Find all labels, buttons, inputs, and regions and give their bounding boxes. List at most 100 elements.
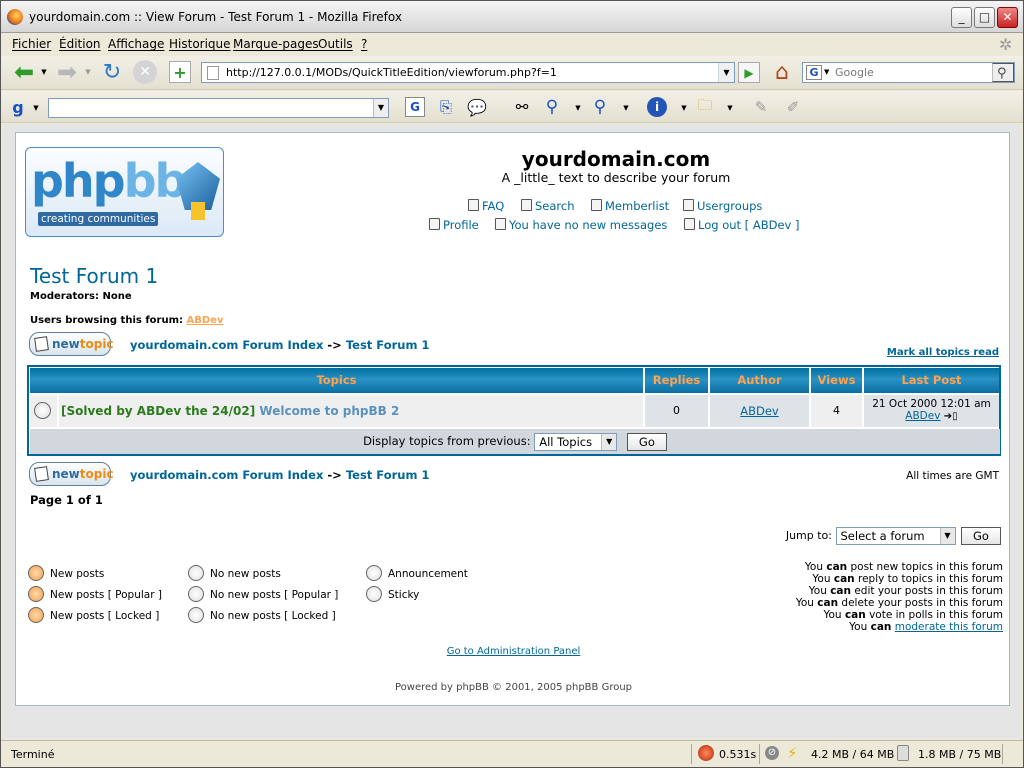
pencil-icon[interactable]: ✐ xyxy=(783,97,803,117)
maximize-button[interactable]: □ xyxy=(974,7,995,28)
forward-icon[interactable]: ➡ xyxy=(53,58,81,86)
nav-logout[interactable]: Log out [ ABDev ] xyxy=(684,218,799,232)
close-button[interactable]: ✕ xyxy=(997,7,1018,28)
forward-dropdown-icon[interactable]: ▼ xyxy=(83,65,93,79)
load-time: 0.531s xyxy=(719,748,757,761)
new-topic-button[interactable]: newtopic xyxy=(29,332,114,356)
forum-title[interactable]: Test Forum 1 xyxy=(30,264,158,288)
status-divider xyxy=(1002,744,1003,764)
back-dropdown-icon[interactable]: ▼ xyxy=(39,65,49,79)
view-latest-post-icon[interactable]: ➔▯ xyxy=(944,411,958,422)
pen-icon[interactable]: ✎ xyxy=(751,97,771,117)
find-dropdown-icon[interactable]: ▼ xyxy=(573,101,583,115)
google-search-icon[interactable]: G xyxy=(405,97,425,117)
binoculars-icon[interactable]: ⚯ xyxy=(511,97,533,117)
crumb-index-link[interactable]: yourdomain.com Forum Index xyxy=(130,338,323,352)
url-text[interactable]: http://127.0.0.1/MODs/QuickTitleEdition/… xyxy=(226,66,557,79)
last-post-user-link[interactable]: ABDev xyxy=(905,410,940,422)
jump-go-button[interactable]: Go xyxy=(961,527,1001,545)
legend-new-posts: New posts xyxy=(28,565,104,581)
moderate-forum-link[interactable]: moderate this forum xyxy=(895,621,1003,633)
admin-panel-link[interactable]: Go to Administration Panel xyxy=(16,646,1011,657)
topic-author-link[interactable]: ABDev xyxy=(710,395,810,427)
go-arrow-icon[interactable]: ▶ xyxy=(738,62,760,83)
display-go-button[interactable]: Go xyxy=(626,432,667,451)
forum-page: phpbb creating communities yourdomain.co… xyxy=(15,132,1010,706)
home-icon[interactable]: ⌂ xyxy=(769,59,795,85)
menu-fichier[interactable]: Fichier xyxy=(12,37,51,51)
jump-forum-select[interactable]: Select a forum ▼ xyxy=(835,527,956,545)
minimize-button[interactable]: _ xyxy=(951,7,972,28)
magnifier-icon: ⚲ xyxy=(997,66,1007,81)
new-tab-icon[interactable]: + xyxy=(169,61,191,83)
faq-icon xyxy=(468,199,479,211)
reload-icon[interactable]: ↻ xyxy=(99,59,125,85)
mark-topics-read-link[interactable]: Mark all topics read xyxy=(887,347,999,358)
display-topics-label: Display topics from previous: xyxy=(363,434,531,448)
display-select-dropdown-icon[interactable]: ▼ xyxy=(601,433,617,450)
nav-memberlist[interactable]: Memberlist xyxy=(591,199,669,213)
folder-icon[interactable]: 🗀 xyxy=(693,96,717,117)
combo-dropdown-icon[interactable]: ▼ xyxy=(373,99,388,117)
nav-messages[interactable]: You have no new messages xyxy=(495,218,667,232)
menu-edition[interactable]: Édition xyxy=(59,37,101,51)
crumb-forum-link[interactable]: Test Forum 1 xyxy=(346,338,430,352)
new-posts-popular-icon xyxy=(28,586,44,602)
usergroups-icon xyxy=(683,199,694,211)
highlight-icon[interactable]: ⚲ xyxy=(589,97,611,117)
find-icon[interactable]: ⚲ xyxy=(541,97,563,117)
topic-title-link[interactable]: Welcome to phpBB 2 xyxy=(259,404,399,418)
menu-historique[interactable]: Historique xyxy=(169,37,231,51)
search-box[interactable]: G ▼ Google ⚲ xyxy=(802,62,1015,83)
phpbb-logo[interactable]: phpbb creating communities xyxy=(25,147,224,237)
display-topics-select[interactable]: All Topics ▼ xyxy=(534,432,618,451)
new-topic-button-bottom[interactable]: newtopic xyxy=(29,462,114,486)
firebug-icon[interactable] xyxy=(698,745,714,761)
menu-marque-pages[interactable]: Marque-pages xyxy=(233,37,319,51)
google-menu-dropdown-icon[interactable]: ▼ xyxy=(31,101,41,115)
folder-dropdown-icon[interactable]: ▼ xyxy=(725,101,735,115)
browsing-user-link[interactable]: ABDev xyxy=(187,315,224,326)
blocked-icon[interactable]: ⊘ xyxy=(765,746,779,760)
nav-profile[interactable]: Profile xyxy=(429,218,479,232)
google-toolbar: g ▼ ▼ G ⎘ 💬 ⚯ ⚲ ▼ ⚲ ▼ i ▼ 🗀 ▼ ✎ ✐ xyxy=(1,91,1023,123)
legend-no-new-posts-locked: No new posts [ Locked ] xyxy=(188,607,336,623)
search-input[interactable]: Google xyxy=(835,66,874,79)
url-dropdown-icon[interactable]: ▼ xyxy=(718,63,734,82)
back-icon[interactable]: ⬅ xyxy=(9,58,39,86)
legend-announcement: Announcement xyxy=(366,565,468,581)
stop-icon[interactable]: ✕ xyxy=(133,60,157,84)
new-posts-locked-icon xyxy=(28,607,44,623)
firefox-icon xyxy=(7,9,23,25)
menu-affichage[interactable]: Affichage xyxy=(108,37,164,51)
url-bar[interactable]: http://127.0.0.1/MODs/QuickTitleEdition/… xyxy=(201,62,735,83)
google-search-combo[interactable]: ▼ xyxy=(48,98,389,118)
search-button[interactable]: ⚲ xyxy=(992,63,1014,82)
engine-dropdown-icon[interactable]: ▼ xyxy=(824,68,829,76)
site-search-icon[interactable]: ⎘ xyxy=(435,97,457,117)
nav-usergroups[interactable]: Usergroups xyxy=(683,199,762,213)
new-posts-icon xyxy=(28,565,44,581)
legend-no-new-posts: No new posts xyxy=(188,565,281,581)
info-icon[interactable]: i xyxy=(647,97,667,117)
nav-search[interactable]: Search xyxy=(521,199,575,213)
permission-edit: You can edit your posts in this forum xyxy=(808,585,1003,597)
nav-faq[interactable]: FAQ xyxy=(468,199,504,213)
google-toolbar-icon[interactable]: g xyxy=(7,97,29,117)
crumb-index-link[interactable]: yourdomain.com Forum Index xyxy=(130,468,323,482)
comment-icon[interactable]: 💬 xyxy=(465,97,489,117)
lightning-icon[interactable]: ⚡ xyxy=(787,744,798,762)
info-dropdown-icon[interactable]: ▼ xyxy=(679,101,689,115)
topic-replies: 0 xyxy=(645,395,709,427)
permission-reply: You can reply to topics in this forum xyxy=(812,573,1003,585)
legend-new-posts-locked: New posts [ Locked ] xyxy=(28,607,159,623)
browser-window: yourdomain.com :: View Forum - Test Foru… xyxy=(0,0,1024,768)
jump-select-dropdown-icon[interactable]: ▼ xyxy=(939,528,955,544)
menu-help[interactable]: ? xyxy=(361,37,367,51)
crumb-forum-link[interactable]: Test Forum 1 xyxy=(346,468,430,482)
google-engine-icon[interactable]: G xyxy=(806,65,822,80)
table-row: [Solved by ABDev the 24/02] Welcome to p… xyxy=(59,395,644,427)
highlight-dropdown-icon[interactable]: ▼ xyxy=(621,101,631,115)
menu-outils[interactable]: Outils xyxy=(318,37,353,51)
cache-usage: 1.8 MB / 75 MB xyxy=(918,748,1002,761)
